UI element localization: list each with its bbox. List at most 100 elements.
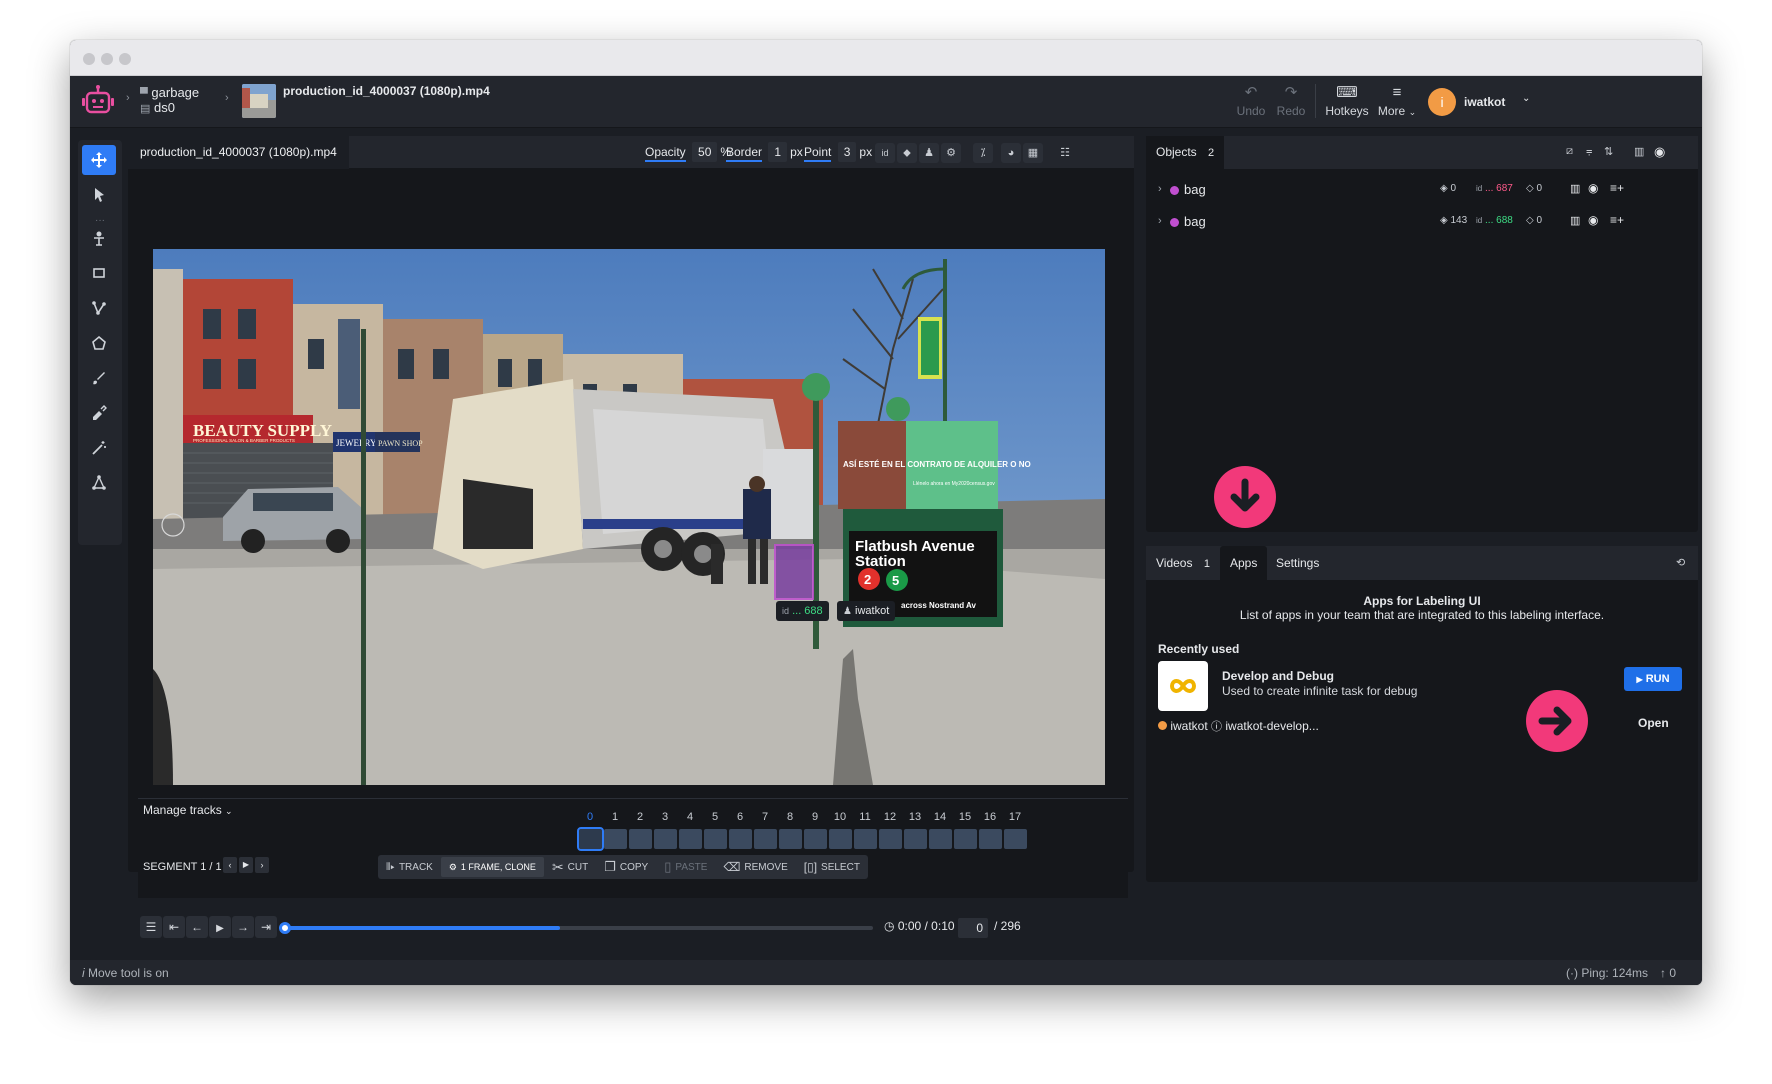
frame-number[interactable]: 3 [653, 811, 677, 823]
hotkeys-button[interactable]: ⌨ Hotkeys [1321, 84, 1373, 118]
frame-cell[interactable] [929, 829, 952, 849]
add-tag-icon[interactable]: ≡+ [1610, 213, 1624, 227]
filter-icon[interactable]: ⩦ [1586, 145, 1592, 158]
prev-segment-button[interactable]: ‹ [223, 857, 237, 873]
point-size-control[interactable]: Point 3 px [804, 136, 872, 169]
gear-icon[interactable]: ⚙ [941, 143, 961, 163]
expand-chevron-icon[interactable]: › [1158, 183, 1162, 195]
play-segment-button[interactable]: ▶ [239, 857, 253, 873]
opacity-input[interactable]: 50 [692, 142, 718, 162]
opacity-control[interactable]: Opacity 50% [645, 136, 731, 169]
frame-number[interactable]: 8 [778, 811, 802, 823]
sort-icon[interactable]: ⇅ [1604, 145, 1613, 158]
frame-number[interactable]: 5 [703, 811, 727, 823]
more-button[interactable]: ≡ More ⌄ [1371, 84, 1423, 118]
frame-input[interactable]: 0 [958, 918, 988, 938]
frame-number[interactable]: 17 [1003, 811, 1027, 823]
tab-apps[interactable]: Apps [1220, 546, 1268, 580]
open-button[interactable]: Open [1638, 716, 1669, 730]
frame-cell[interactable] [879, 829, 902, 849]
frame-number[interactable]: 12 [878, 811, 902, 823]
breadcrumb-project[interactable]: ▀ garbage [140, 85, 199, 100]
frame-number[interactable]: 1 [603, 811, 627, 823]
run-button[interactable]: ▶ RUN [1624, 667, 1682, 691]
hide-all-icon[interactable]: ⧄ [1566, 145, 1573, 158]
remove-button[interactable]: ⌫ REMOVE [715, 855, 795, 879]
user-avatar[interactable]: i [1428, 88, 1456, 116]
frame-number[interactable]: 4 [678, 811, 702, 823]
frame-number[interactable]: 6 [728, 811, 752, 823]
frame-cell[interactable] [754, 829, 777, 849]
file-tab[interactable]: production_id_4000037 (1080p).mp4 [128, 136, 349, 169]
pointer-tool-button[interactable] [82, 180, 116, 210]
graph-tool-button[interactable] [82, 468, 116, 498]
frame-cell[interactable] [577, 827, 604, 851]
frame-number[interactable]: 7 [753, 811, 777, 823]
eye-icon[interactable]: ◉ [1588, 181, 1598, 195]
polyline-tool-button[interactable] [82, 293, 116, 323]
objects-tab[interactable]: Objects 2 [1146, 136, 1225, 169]
frame-cell[interactable] [854, 829, 877, 849]
minimize-window-button[interactable] [101, 53, 113, 65]
palette-icon[interactable]: ◕ [1001, 143, 1021, 163]
paste-button[interactable]: ▯ PASTE [656, 855, 715, 879]
frame-number[interactable]: 15 [953, 811, 977, 823]
delete-all-icon[interactable]: ▥ [1634, 145, 1644, 158]
user-menu-chevron-icon[interactable]: ⌄ [1522, 93, 1530, 104]
frame-cell[interactable] [679, 829, 702, 849]
polygon-tool-button[interactable] [82, 328, 116, 358]
frame-cell[interactable] [729, 829, 752, 849]
user-name[interactable]: iwatkot [1464, 95, 1505, 109]
frame-cell[interactable] [704, 829, 727, 849]
frame-cell[interactable] [954, 829, 977, 849]
next-frame-button[interactable]: → [232, 916, 254, 938]
show-id-toggle[interactable]: id [875, 143, 895, 163]
border-input[interactable]: 1 [768, 142, 788, 162]
zoom-window-button[interactable] [119, 53, 131, 65]
frame-cell[interactable] [829, 829, 852, 849]
point-input[interactable]: 3 [837, 142, 857, 162]
first-frame-button[interactable]: ⇤ [163, 916, 185, 938]
move-tool-button[interactable] [82, 145, 116, 175]
redo-button[interactable]: ↷ Redo [1265, 84, 1317, 118]
video-frame[interactable]: BEAUTY SUPPLY PROFESSIONAL SALON & BARBE… [153, 249, 1105, 785]
play-button[interactable]: ▶ [209, 916, 231, 938]
frame-number[interactable]: 14 [928, 811, 952, 823]
user-icon[interactable]: ♟ [919, 143, 939, 163]
tag-icon[interactable]: ⬥ [897, 143, 917, 163]
grid-icon[interactable]: ▦ [1023, 143, 1043, 163]
frame-cell[interactable] [904, 829, 927, 849]
frame-cell[interactable] [1004, 829, 1027, 849]
eraser-tool-button[interactable] [82, 398, 116, 428]
frame-cell[interactable] [654, 829, 677, 849]
frame-number[interactable]: 9 [803, 811, 827, 823]
next-segment-button[interactable]: › [255, 857, 269, 873]
refresh-icon[interactable]: ⟲ [1676, 556, 1685, 569]
trash-icon[interactable]: ▥ [1570, 182, 1580, 195]
object-row[interactable]: › bag ◈ 143 id ... 688 ◇ 0 ▥ ◉ ≡+ [1146, 206, 1698, 240]
eye-icon[interactable]: ◉ [1654, 144, 1665, 160]
object-row[interactable]: › bag ◈ 0 id ... 687 ◇ 0 ▥ ◉ ≡+ [1146, 174, 1698, 208]
auto-label-icon[interactable]: ⁒ [973, 143, 993, 163]
tab-settings[interactable]: Settings [1266, 546, 1329, 580]
progress-track[interactable] [279, 922, 873, 934]
frame-cell[interactable] [604, 829, 627, 849]
prev-frame-button[interactable]: ← [186, 916, 208, 938]
progress-handle[interactable] [279, 922, 291, 934]
select-button[interactable]: [▯] SELECT [796, 855, 868, 879]
border-control[interactable]: Border 1 px [726, 136, 803, 169]
manage-tracks-dropdown[interactable]: Manage tracks ⌄ [143, 803, 233, 817]
cut-button[interactable]: ✂ CUT [544, 855, 596, 879]
add-tag-icon[interactable]: ≡+ [1610, 181, 1624, 195]
app-name[interactable]: Develop and Debug [1222, 669, 1334, 683]
frame-cell[interactable] [804, 829, 827, 849]
breadcrumb-dataset[interactable]: ▤ ds0 [140, 100, 175, 115]
frame-number[interactable]: 16 [978, 811, 1002, 823]
last-frame-button[interactable]: ⇥ [255, 916, 277, 938]
trash-icon[interactable]: ▥ [1570, 214, 1580, 227]
close-window-button[interactable] [83, 53, 95, 65]
video-thumbnail[interactable] [242, 84, 276, 118]
track-button[interactable]: ⦀▸ TRACK [378, 855, 441, 879]
frame-cell[interactable] [629, 829, 652, 849]
copy-button[interactable]: ❐ COPY [596, 855, 656, 879]
